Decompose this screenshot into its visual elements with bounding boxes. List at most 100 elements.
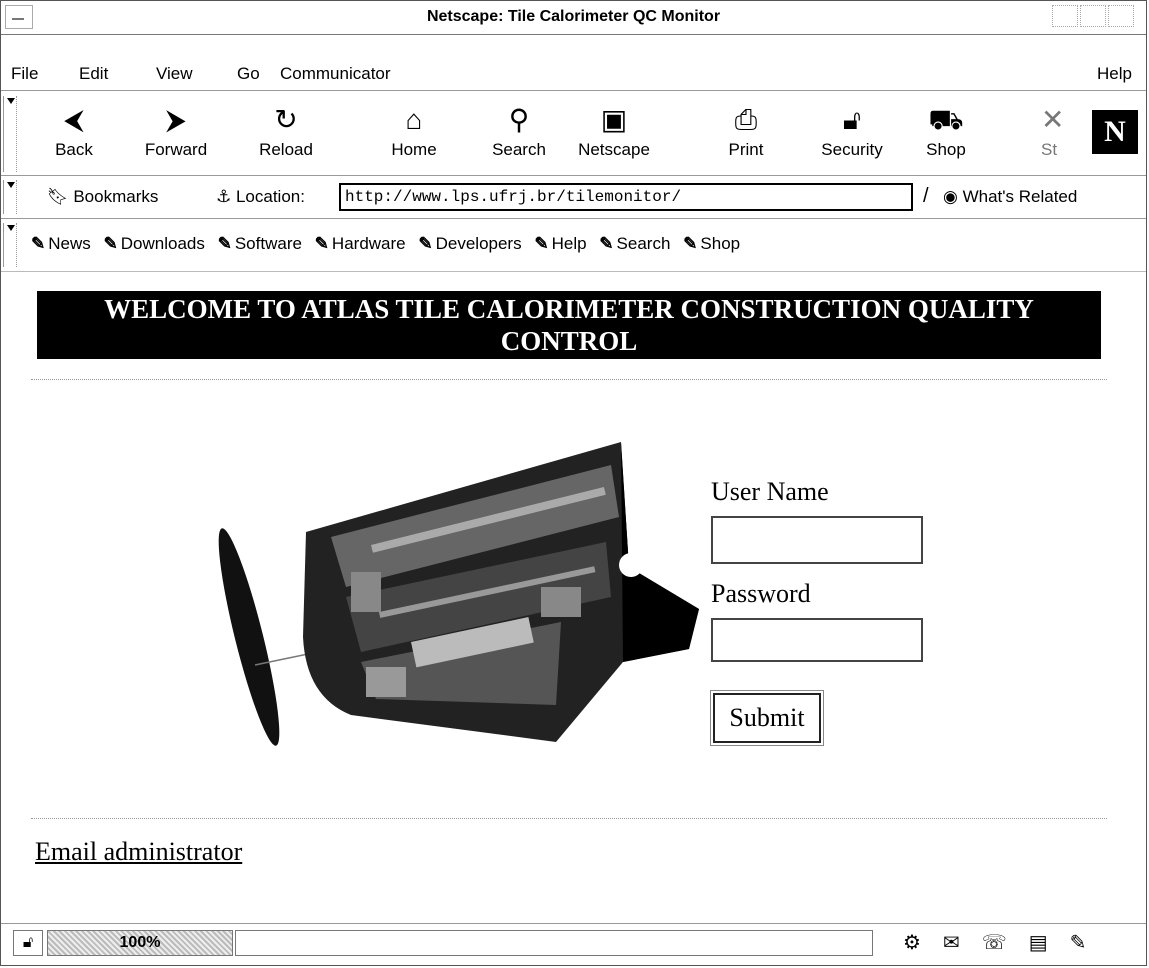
personal-link-news[interactable]: ✎ News bbox=[31, 234, 91, 253]
personal-link-shop[interactable]: ✎ Shop bbox=[683, 234, 740, 253]
location-grip[interactable] bbox=[3, 180, 17, 214]
bookmark-link-icon: ✎ bbox=[103, 234, 118, 253]
personal-link-downloads[interactable]: ✎ Downloads bbox=[104, 234, 205, 253]
browser-window: Netscape: Tile Calorimeter QC Monitor Fi… bbox=[0, 0, 1147, 966]
discussions-icon[interactable]: ☏ bbox=[982, 932, 1029, 954]
developers-label: Developers bbox=[435, 234, 522, 253]
netscape-button[interactable]: ▣ Netscape bbox=[569, 100, 659, 160]
forward-label: Forward bbox=[144, 140, 208, 159]
shop-label: Shop bbox=[926, 140, 966, 159]
stop-icon: ✕ bbox=[1041, 104, 1065, 135]
location-icon: ⚓︎ bbox=[216, 187, 236, 206]
forward-button[interactable]: ⮞ Forward bbox=[131, 100, 221, 160]
stop-button[interactable]: ✕ St bbox=[1041, 100, 1081, 160]
bookmarks-button[interactable]: 🔖︎ Bookmarks bbox=[47, 187, 158, 207]
software-label: Software bbox=[234, 234, 302, 253]
mail-icon[interactable]: ✉ bbox=[943, 932, 982, 954]
back-button[interactable]: ⮜ Back bbox=[29, 100, 119, 160]
composer-icon[interactable]: ✎ bbox=[1070, 932, 1109, 954]
whats-related-button[interactable]: ◉ What's Related bbox=[943, 187, 1077, 207]
menu-view[interactable]: View bbox=[156, 64, 193, 84]
minimize-button[interactable] bbox=[1052, 5, 1078, 27]
status-bar: 🔓︎ 100% ⚙✉☏▤✎ bbox=[1, 923, 1146, 963]
title-bar: Netscape: Tile Calorimeter QC Monitor bbox=[1, 1, 1146, 35]
password-label: Password bbox=[711, 579, 811, 608]
personal-link-help[interactable]: ✎ Help bbox=[534, 234, 586, 253]
search-icon: ⚲ bbox=[508, 104, 530, 135]
window-title: Netscape: Tile Calorimeter QC Monitor bbox=[426, 8, 721, 25]
bookmark-link-icon: ✎ bbox=[534, 234, 549, 253]
page-content: WELCOME TO ATLAS TILE CALORIMETER CONSTR… bbox=[1, 273, 1146, 923]
navigation-toolbar: ⮜ Back ⮞ Forward ↻ Reload ⌂ Home ⚲ Searc… bbox=[1, 92, 1146, 176]
search-label: Search bbox=[492, 140, 546, 159]
security-button[interactable]: 🔓︎ Security bbox=[807, 100, 897, 160]
home-button[interactable]: ⌂ Home bbox=[369, 100, 459, 160]
personal-link-developers[interactable]: ✎ Developers bbox=[418, 234, 521, 253]
location-toolbar: 🔖︎ Bookmarks ⚓︎ Location: http://www.lps… bbox=[1, 177, 1146, 219]
netscape-icon: ▣ bbox=[600, 104, 628, 135]
location-label: ⚓︎ Location: bbox=[216, 187, 305, 207]
netscape-logo[interactable]: N bbox=[1092, 110, 1138, 154]
location-label-text: Location: bbox=[235, 187, 305, 206]
bookmark-icon: 🔖︎ bbox=[47, 187, 69, 206]
netscape-label: Netscape bbox=[578, 140, 650, 159]
email-administrator-link[interactable]: Email administrator bbox=[35, 837, 242, 867]
whats-related-label: What's Related bbox=[962, 187, 1078, 206]
whats-related-icon: ◉ bbox=[943, 187, 958, 206]
reload-label: Reload bbox=[259, 140, 313, 159]
close-button[interactable] bbox=[1108, 5, 1134, 27]
shop-button[interactable]: ⛟ Shop bbox=[901, 100, 991, 160]
password-input[interactable] bbox=[711, 618, 923, 662]
downloads-label: Downloads bbox=[120, 234, 205, 253]
personal-link-search[interactable]: ✎ Search bbox=[599, 234, 670, 253]
navigator-icon[interactable]: ⚙ bbox=[903, 932, 943, 954]
menu-file[interactable]: File bbox=[11, 64, 38, 84]
help-label: Help bbox=[551, 234, 587, 253]
page-proxy-icon[interactable]: / bbox=[923, 185, 929, 208]
bookmark-link-icon: ✎ bbox=[217, 234, 232, 253]
print-button[interactable]: ⎙ Print bbox=[701, 100, 791, 160]
home-icon: ⌂ bbox=[405, 104, 423, 135]
shop-link-label: Shop bbox=[700, 234, 741, 253]
maximize-button[interactable] bbox=[1080, 5, 1106, 27]
back-label: Back bbox=[55, 140, 93, 159]
personal-link-software[interactable]: ✎ Software bbox=[218, 234, 302, 253]
calorimeter-image bbox=[218, 442, 699, 746]
forward-icon: ⮞ bbox=[165, 104, 187, 135]
reload-button[interactable]: ↻ Reload bbox=[241, 100, 331, 160]
divider bbox=[31, 818, 1107, 819]
menu-help[interactable]: Help bbox=[1097, 64, 1132, 84]
component-bar: ⚙✉☏▤✎ bbox=[879, 930, 1141, 956]
menu-go[interactable]: Go bbox=[237, 64, 260, 84]
search-button[interactable]: ⚲ Search bbox=[474, 100, 564, 160]
menu-edit[interactable]: Edit bbox=[79, 64, 108, 84]
bookmark-link-icon: ✎ bbox=[683, 234, 698, 253]
reload-icon: ↻ bbox=[274, 104, 298, 135]
personal-grip[interactable] bbox=[3, 223, 17, 267]
stop-label: St bbox=[1041, 140, 1058, 159]
lock-icon: 🔓︎ bbox=[842, 104, 862, 135]
menu-bar: File Edit View Go Communicator Help bbox=[1, 58, 1146, 91]
print-label: Print bbox=[728, 140, 764, 159]
submit-button[interactable]: Submit bbox=[710, 690, 824, 746]
back-icon: ⮜ bbox=[64, 104, 84, 135]
bookmarks-label: Bookmarks bbox=[73, 187, 159, 206]
url-field[interactable]: http://www.lps.ufrj.br/tilemonitor/ bbox=[339, 183, 913, 211]
address-book-icon[interactable]: ▤ bbox=[1029, 932, 1070, 954]
print-icon: ⎙ bbox=[734, 104, 758, 135]
menu-communicator[interactable]: Communicator bbox=[280, 64, 391, 84]
home-label: Home bbox=[391, 140, 437, 159]
window-controls bbox=[1050, 5, 1146, 29]
username-input[interactable] bbox=[711, 516, 923, 564]
hardware-label: Hardware bbox=[331, 234, 406, 253]
progress-indicator: 100% bbox=[47, 930, 233, 956]
shopping-bag-icon: ⛟ bbox=[928, 104, 964, 135]
personal-toolbar: ✎ News ✎ Downloads ✎ Software ✎ Hardware ✎ De… bbox=[1, 220, 1146, 272]
bookmark-link-icon: ✎ bbox=[599, 234, 614, 253]
security-status-icon[interactable]: 🔓︎ bbox=[13, 930, 43, 956]
toolbar-grip[interactable] bbox=[3, 96, 17, 172]
status-message bbox=[235, 930, 873, 956]
personal-link-hardware[interactable]: ✎ Hardware bbox=[315, 234, 406, 253]
bookmark-link-icon: ✎ bbox=[314, 234, 329, 253]
news-label: News bbox=[48, 234, 91, 253]
